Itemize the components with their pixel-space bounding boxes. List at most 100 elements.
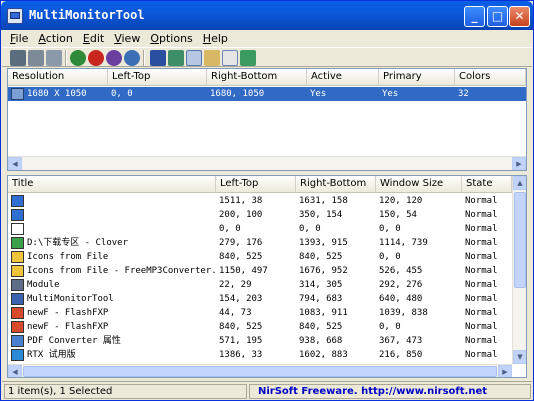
- scroll-left-button[interactable]: ◀: [8, 157, 22, 170]
- menu-edit[interactable]: Edit: [83, 30, 104, 47]
- maximize-button[interactable]: □: [487, 6, 508, 27]
- cell-right-bottom: 350, 154: [299, 210, 343, 220]
- cell-left-top: 1386, 33: [219, 350, 263, 360]
- menu-file[interactable]: File: [10, 30, 28, 47]
- toolbar: [2, 47, 532, 67]
- cell-active: Yes: [310, 89, 327, 99]
- window-row[interactable]: RTX 试用版 1386, 33 1602, 883 216, 850 Normal: [8, 348, 512, 362]
- deactivate-icon[interactable]: [88, 50, 104, 66]
- column-primary[interactable]: Primary: [379, 69, 455, 86]
- windows-list[interactable]: Title Left-Top Right-Bottom Window Size …: [7, 175, 527, 378]
- activate-icon[interactable]: [70, 50, 86, 66]
- cell-state: Normal: [465, 238, 498, 248]
- status-bar: 1 item(s), 1 Selected NirSoft Freeware. …: [2, 381, 532, 400]
- column-title[interactable]: Title: [8, 176, 216, 193]
- cell-window-size: 150, 54: [379, 210, 417, 220]
- cell-title: Icons from File - FreeMP3Converter...: [27, 266, 216, 276]
- toolbar-separator: [65, 50, 67, 66]
- window-row[interactable]: PDF Converter 属性 571, 195 938, 668 367, 473…: [8, 334, 512, 348]
- set-primary-icon[interactable]: [46, 50, 62, 66]
- column-window-size[interactable]: Window Size: [376, 176, 462, 193]
- menu-help[interactable]: Help: [203, 30, 228, 47]
- window-row[interactable]: 0, 0 0, 0 0, 0 Normal: [8, 222, 512, 236]
- close-button[interactable]: ✕: [509, 6, 530, 27]
- cell-window-size: 216, 850: [379, 350, 423, 360]
- scroll-right-button[interactable]: ▶: [512, 157, 526, 170]
- column-state[interactable]: State: [462, 176, 512, 193]
- window-row[interactable]: 200, 100 350, 154 150, 54 Normal: [8, 208, 512, 222]
- cell-right-bottom: 794, 683: [299, 294, 343, 304]
- cell-right-bottom: 1393, 915: [299, 238, 348, 248]
- scroll-down-button[interactable]: ▼: [513, 350, 526, 364]
- menu-options[interactable]: Options: [150, 30, 192, 47]
- cell-title: [24, 208, 216, 222]
- title-bar[interactable]: MultiMonitorTool _ □ ✕: [1, 1, 533, 30]
- window-row[interactable]: D:\下载专区 - Clover 279, 176 1393, 915 1114, 7…: [8, 236, 512, 250]
- html-report-icon[interactable]: [222, 50, 238, 66]
- copy-icon[interactable]: [186, 50, 202, 66]
- column-left-top[interactable]: Left-Top: [108, 69, 207, 86]
- cell-title: Module: [27, 280, 60, 290]
- window-row[interactable]: Icons from File - FreeMP3Converter... 115…: [8, 264, 512, 278]
- exit-icon[interactable]: [240, 50, 256, 66]
- scroll-right-button[interactable]: ▶: [498, 365, 512, 377]
- cell-title: newF - FlashFXP: [27, 322, 109, 332]
- window-row[interactable]: newF - FlashFXP 840, 525 840, 525 0, 0 Norma…: [8, 320, 512, 334]
- cell-left-top: 200, 100: [219, 210, 263, 220]
- column-right-bottom[interactable]: Right-Bottom: [296, 176, 376, 193]
- disable-monitor-icon[interactable]: [28, 50, 44, 66]
- scroll-left-button[interactable]: ◀: [8, 365, 22, 377]
- minimize-button[interactable]: _: [464, 6, 485, 27]
- column-right-bottom[interactable]: Right-Bottom: [207, 69, 307, 86]
- cell-right-bottom: 1631, 158: [299, 196, 348, 206]
- move-window-icon[interactable]: [106, 50, 122, 66]
- flashfxp-icon: [11, 321, 24, 333]
- column-active[interactable]: Active: [307, 69, 379, 86]
- app-icon: [7, 8, 23, 24]
- column-left-top[interactable]: Left-Top: [216, 176, 296, 193]
- switch-monitor-icon[interactable]: [124, 50, 140, 66]
- cell-right-bottom: 1680, 1050: [210, 89, 265, 99]
- enable-monitor-icon[interactable]: [10, 50, 26, 66]
- icons-from-file-icon: [11, 251, 24, 263]
- app-window: MultiMonitorTool _ □ ✕ File Action Edit …: [0, 0, 534, 401]
- menu-action[interactable]: Action: [38, 30, 72, 47]
- flashfxp-icon: [11, 307, 24, 319]
- windows-hscrollbar[interactable]: ◀ ▶: [8, 364, 512, 377]
- cell-right-bottom: 840, 525: [299, 322, 343, 332]
- cell-state: Normal: [465, 336, 498, 346]
- cell-window-size: 0, 0: [379, 322, 401, 332]
- cell-window-size: 1039, 838: [379, 308, 428, 318]
- app-window-icon: [11, 209, 24, 221]
- cell-primary: Yes: [382, 89, 399, 99]
- nirsoft-link[interactable]: NirSoft Freeware. http://www.nirsoft.net: [249, 384, 531, 399]
- app-window-icon: [11, 195, 24, 207]
- column-colors[interactable]: Colors: [455, 69, 526, 86]
- window-row[interactable]: MultiMonitorTool 154, 203 794, 683 640, 480…: [8, 292, 512, 306]
- cell-right-bottom: 0, 0: [299, 224, 321, 234]
- refresh-icon[interactable]: [168, 50, 184, 66]
- properties-icon[interactable]: [204, 50, 220, 66]
- window-row[interactable]: Icons from File 840, 525 840, 525 0, 0 Norma…: [8, 250, 512, 264]
- save-icon[interactable]: [150, 50, 166, 66]
- toolbar-separator: [143, 50, 145, 66]
- cell-state: Normal: [465, 280, 498, 290]
- multimonitortool-icon: [11, 293, 24, 305]
- scroll-up-button[interactable]: ▲: [513, 176, 526, 190]
- window-row[interactable]: Module 22, 29 314, 305 292, 276 Normal: [8, 278, 512, 292]
- monitor-icon: [11, 88, 24, 100]
- module-icon: [11, 279, 24, 291]
- windows-vscrollbar[interactable]: ▲ ▼: [512, 176, 526, 364]
- window-row[interactable]: 1511, 38 1631, 158 120, 120 Normal: [8, 194, 512, 208]
- monitor-row[interactable]: 1680 X 1050 0, 0 1680, 1050 Yes Yes 32: [8, 87, 526, 101]
- cell-left-top: 0, 0: [111, 89, 133, 99]
- monitors-hscrollbar[interactable]: ◀ ▶: [8, 156, 526, 170]
- cell-right-bottom: 938, 668: [299, 336, 343, 346]
- monitors-list[interactable]: Resolution Left-Top Right-Bottom Active …: [7, 68, 527, 171]
- column-resolution[interactable]: Resolution: [8, 69, 108, 86]
- scroll-thumb[interactable]: [23, 366, 497, 377]
- scroll-thumb[interactable]: [514, 192, 526, 288]
- menu-view[interactable]: View: [114, 30, 140, 47]
- cell-window-size: 367, 473: [379, 336, 423, 346]
- window-row[interactable]: newF - FlashFXP 44, 73 1083, 911 1039, 838 N…: [8, 306, 512, 320]
